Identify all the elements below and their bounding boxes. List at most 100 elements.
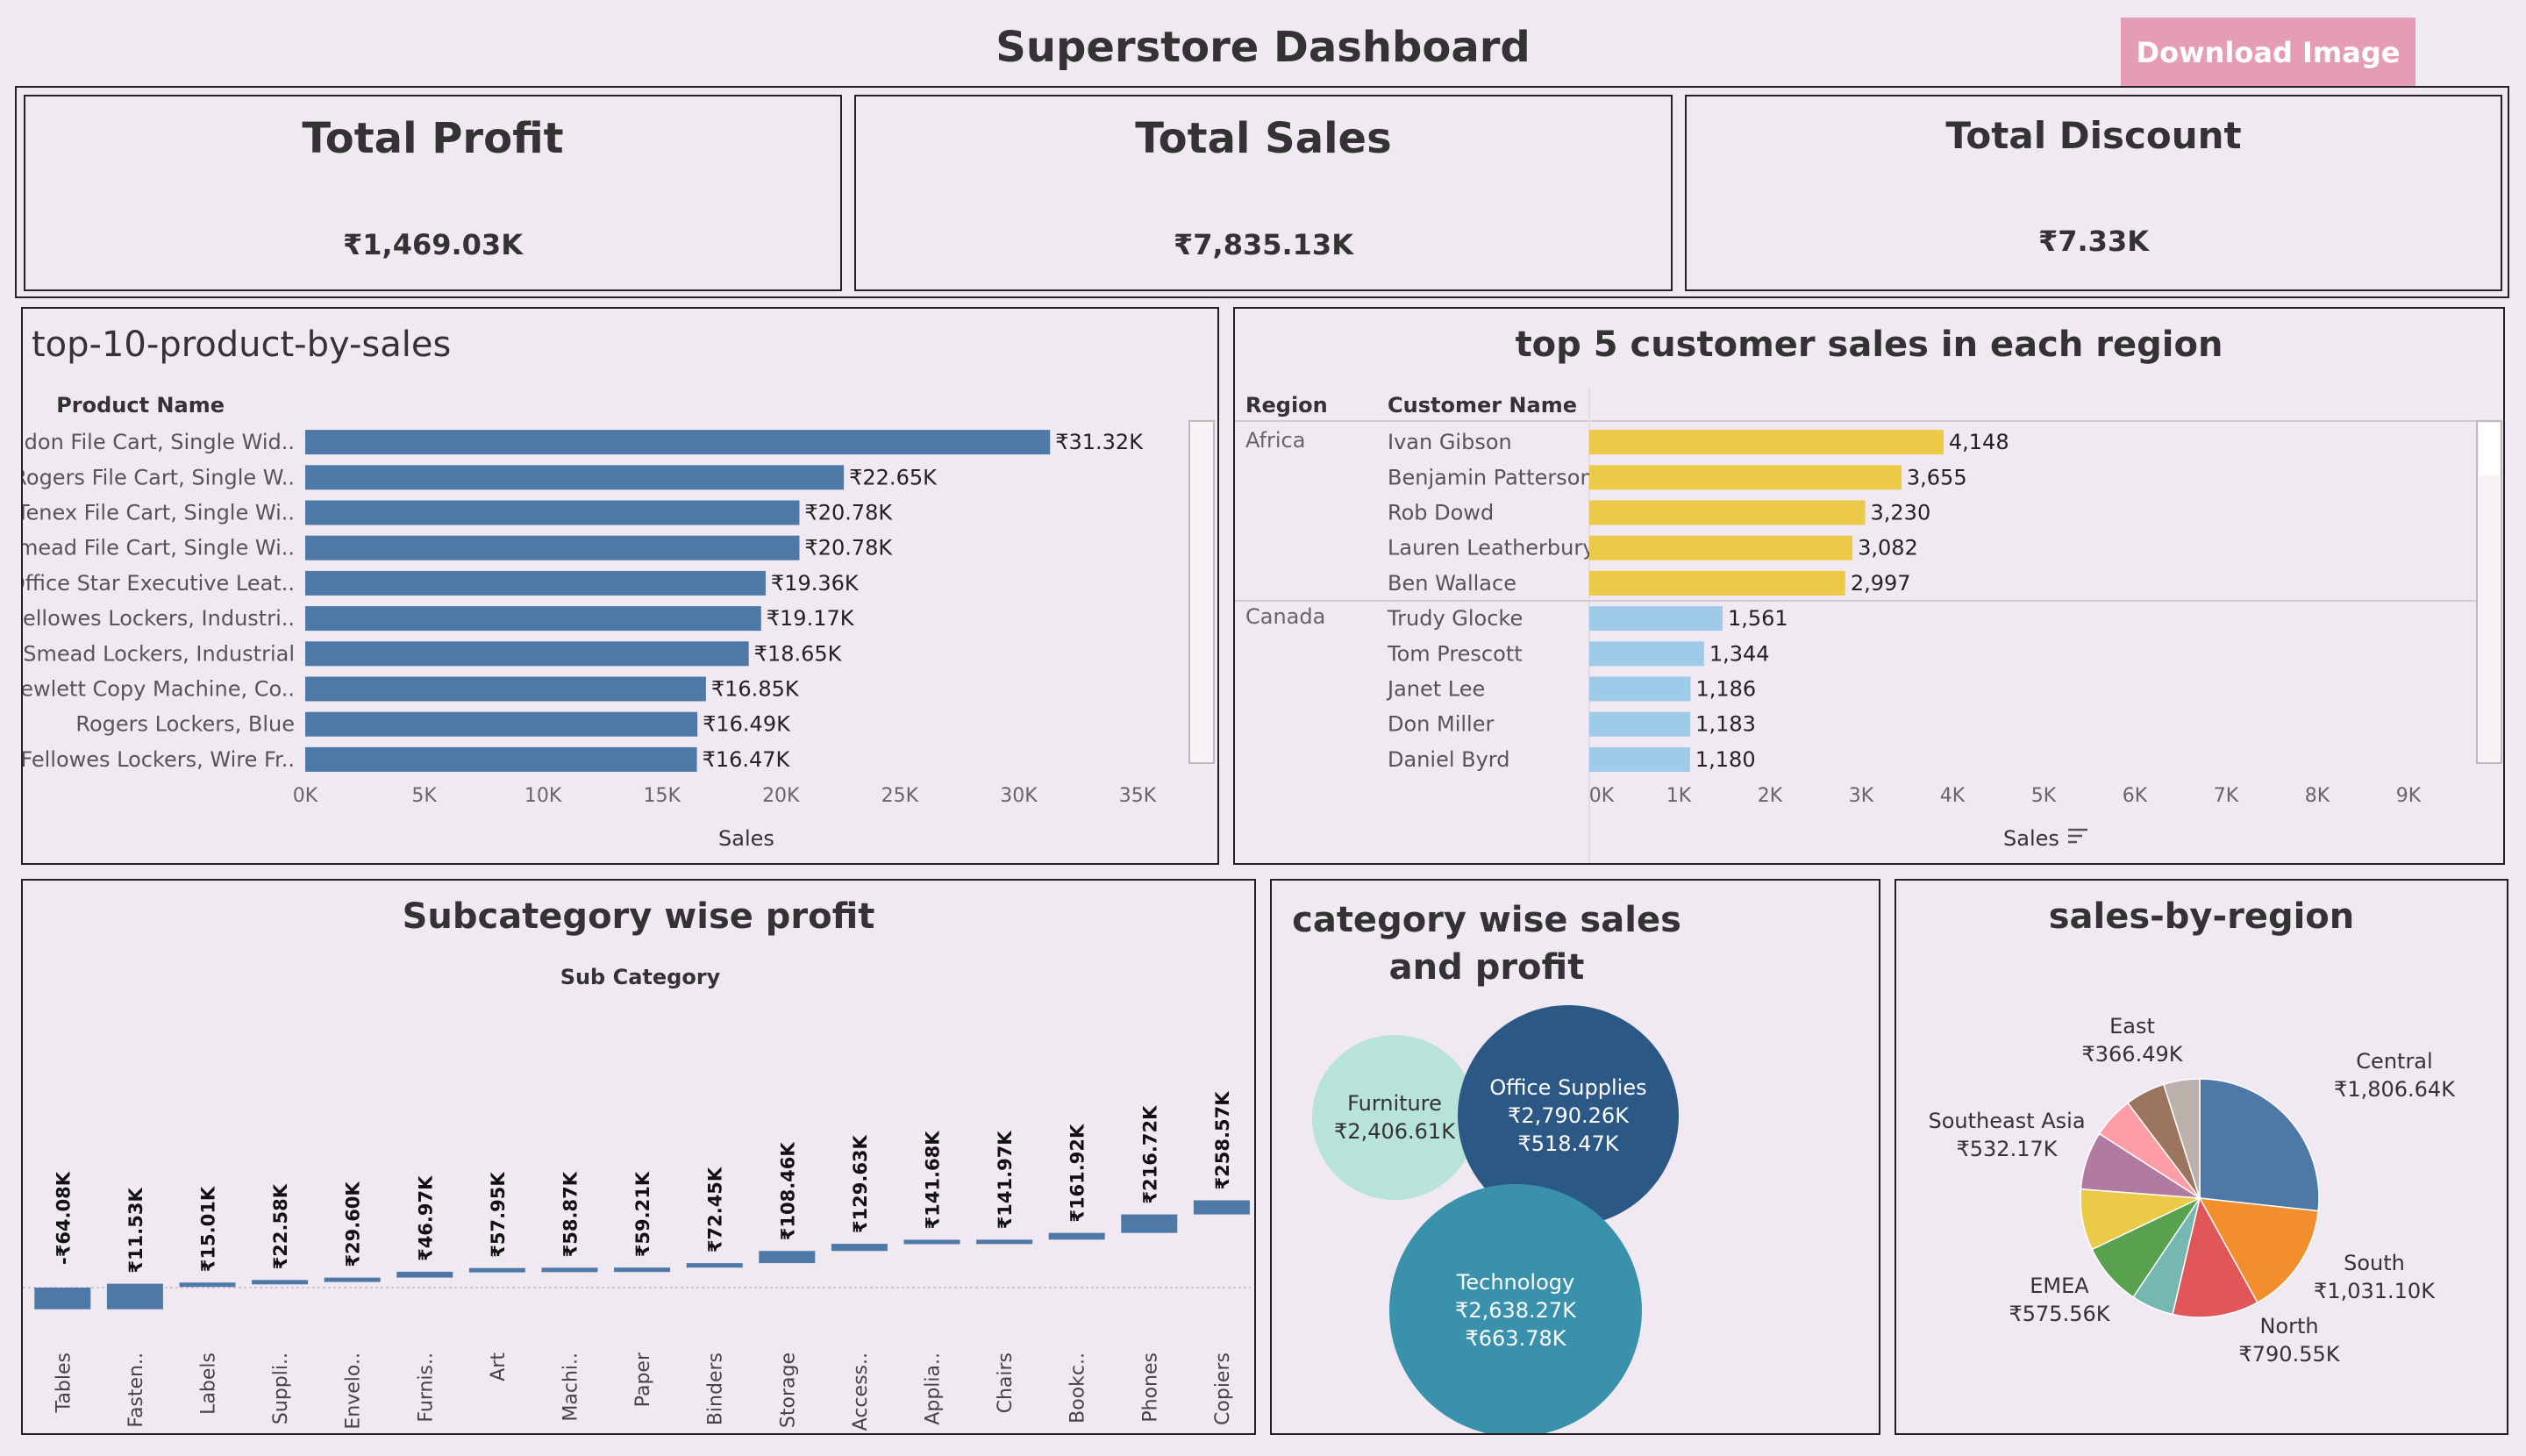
customer-value-label: 1,561 [1728,606,1788,631]
x-tick-label: 5K [2031,785,2057,807]
subcat-category-label: Art [488,1353,510,1381]
subcat-category-label: Access.. [850,1353,872,1431]
kpi-container: Total Profit ₹1,469.03K Total Sales ₹7,8… [15,86,2509,298]
customer-value-label: 1,180 [1695,747,1756,772]
kpi-total-sales: Total Sales ₹7,835.13K [854,95,1673,291]
customer-value-label: 4,148 [1949,430,2009,454]
pie-value-label: ₹1,806.64K [2334,1077,2456,1102]
subcat-value-label: ₹29.60K [343,1181,364,1267]
x-axis-label: Sales [718,826,774,851]
pie-value-label: ₹1,031.10K [2314,1279,2436,1303]
pie-slice [2199,1078,2320,1212]
subcat-category-label: Machi.. [560,1353,582,1422]
download-image-button[interactable]: Download Image [2121,18,2415,88]
product-value-label: ₹16.85K [711,677,800,702]
subcat-bar [324,1277,381,1282]
product-label: Rogers Lockers, Blue [75,712,295,737]
subcat-value-label: ₹216.72K [1139,1105,1160,1204]
bubble-sales-label: ₹2,790.26K [1508,1103,1630,1128]
product-bar [305,430,1051,455]
kpi-label: Total Discount [1945,114,2242,157]
customer-value-label: 1,344 [1709,641,1770,666]
subcat-bar [686,1263,743,1268]
category-bubble [1312,1035,1477,1200]
customer-label: Don Miller [1388,712,1494,737]
subcat-bar [396,1271,453,1278]
x-tick-label: 30K [1000,785,1038,807]
sort-icon [2068,828,2087,844]
subcat-category-label: Bookc.. [1067,1353,1089,1424]
x-tick-label: 5K [411,785,437,807]
pie-region-label: EMEA [2030,1274,2089,1298]
subcat-category-label: Applia.. [923,1353,945,1425]
customer-label: Lauren Leatherbury [1388,536,1595,560]
pie-region-label: East [2109,1014,2155,1038]
customer-bar [1589,430,1944,455]
x-tick-label: 20K [762,785,800,807]
customer-label: Ben Wallace [1388,571,1516,596]
subcat-bar [1121,1214,1178,1233]
customer-bar [1589,746,1690,772]
subcat-category-label: Tables [53,1353,75,1413]
subcat-value-label: ₹72.45K [705,1167,726,1253]
customer-label: Benjamin Patterson [1388,465,1594,489]
subcat-bar [759,1251,816,1264]
subcat-value-label: -₹64.08K [53,1171,74,1265]
subcat-category-label: Suppli.. [270,1353,292,1424]
subcat-category-label: Fasten.. [125,1353,147,1428]
subcat-category-label: Paper [632,1352,654,1407]
customer-value-label: 1,183 [1695,712,1756,737]
x-tick-label: 7K [2214,785,2239,807]
pie-region-label: Central [2356,1049,2432,1074]
bubble-sales-label: ₹2,406.61K [1334,1119,1456,1144]
product-value-label: ₹19.36K [771,571,860,596]
subcat-category-label: Phones [1139,1353,1161,1423]
region-label: Africa [1245,428,1305,453]
customer-bar [1589,465,1902,490]
kpi-label: Total Profit [302,114,564,163]
product-value-label: ₹16.49K [703,712,791,737]
subcat-bar [1048,1232,1105,1240]
customer-bar [1589,711,1691,737]
subcat-category-label: Storage [777,1353,799,1428]
product-bar [305,570,766,596]
kpi-label: Total Sales [1135,114,1392,163]
customer-value-label: 3,082 [1858,536,1918,560]
customer-label: Rob Dowd [1388,501,1494,525]
subcat-value-label: ₹22.58K [270,1183,291,1269]
bubble-profit-label: ₹663.78K [1466,1326,1567,1351]
customer-bar [1589,676,1691,702]
subcat-bar [34,1288,91,1310]
subcat-value-label: ₹161.92K [1067,1124,1088,1223]
customer-label: Daniel Byrd [1388,747,1509,772]
customer-header: Customer Name [1388,393,1577,418]
subcat-value-label: ₹129.63K [850,1134,871,1233]
subcat-category-label: Chairs [995,1353,1017,1413]
product-label: Office Star Executive Leat.. [23,571,295,596]
bubble-category-label: Office Supplies [1489,1075,1646,1100]
top-customers-chart: Region Customer Name Africa Ivan Gibson 4,14… [1235,388,2502,863]
x-tick-label: 0K [293,785,318,807]
product-bar [305,711,698,737]
subcat-bar [541,1267,598,1273]
subcat-category-label: Binders [705,1353,727,1425]
bubble-category-label: Technology [1456,1270,1574,1295]
product-label: Hewlett Copy Machine, Co.. [23,677,295,702]
subcat-category-label: Envelo.. [343,1353,365,1430]
subcategory-profit-chart: Sub Category -₹64.08K Tables ₹11.53K Fasten.… [23,965,1251,1431]
product-value-label: ₹20.78K [804,501,893,525]
category-panel: category wise sales and profit Furniture… [1270,879,1880,1435]
subcat-value-label: ₹57.95K [488,1172,509,1258]
subcat-bar [831,1244,888,1252]
subcategory-profit-panel: Subcategory wise profit Sub Category -₹64… [21,879,1256,1435]
kpi-value: ₹7.33K [2037,225,2149,258]
bubble-sales-label: ₹2,638.27K [1455,1298,1577,1323]
customer-label: Janet Lee [1386,677,1485,702]
customer-label: Ivan Gibson [1388,430,1512,454]
product-value-label: ₹16.47K [703,747,791,772]
subcat-value-label: ₹258.57K [1212,1091,1233,1190]
product-label: Tenex File Cart, Single Wi.. [23,501,295,525]
region-label: Canada [1245,604,1325,629]
pie-region-label: Southeast Asia [1928,1109,2085,1133]
subcat-value-label: ₹58.87K [560,1171,582,1257]
